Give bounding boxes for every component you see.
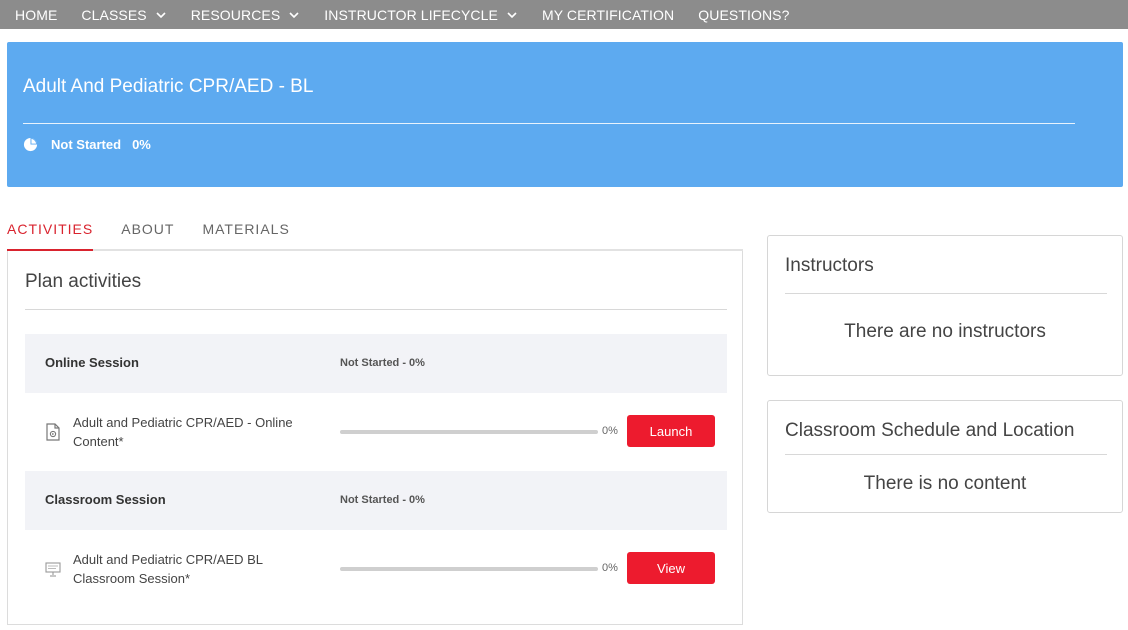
- nav-label: MY CERTIFICATION: [541, 6, 675, 23]
- plan-activities-title: Plan activities: [25, 271, 142, 292]
- card-divider: [25, 309, 727, 310]
- tab-activities[interactable]: ACTIVITIES: [7, 221, 94, 251]
- pie-chart-icon: [23, 137, 38, 152]
- activity-row-classroom-session: Adult and Pediatric CPR/AED BL Classroom…: [25, 530, 727, 608]
- course-hero-banner: Adult And Pediatric CPR/AED - BL Not Sta…: [7, 42, 1123, 187]
- nav-item-questions[interactable]: QUESTIONS?: [698, 7, 789, 23]
- nav-label: QUESTIONS?: [698, 6, 790, 23]
- activity-percent: 0%: [602, 562, 618, 574]
- nav-item-resources[interactable]: RESOURCES: [191, 7, 301, 23]
- instructors-empty-message: There are no instructors: [844, 321, 1046, 342]
- chevron-down-icon: [507, 11, 517, 18]
- chevron-down-icon: [156, 11, 166, 18]
- session-status: Not Started - 0%: [340, 357, 425, 369]
- hero-divider: [23, 123, 1075, 124]
- chevron-down-icon: [289, 11, 299, 18]
- document-icon: [46, 423, 60, 441]
- nav-label: CLASSES: [81, 6, 147, 23]
- nav-item-instructor-lifecycle[interactable]: INSTRUCTOR LIFECYCLE: [324, 7, 518, 23]
- classroom-board-icon: [45, 562, 61, 577]
- instructors-card: Instructors There are no instructors: [767, 235, 1123, 376]
- session-header-classroom: Classroom Session Not Started - 0%: [25, 471, 727, 530]
- activity-row-online-content: Adult and Pediatric CPR/AED - Online Con…: [25, 393, 727, 471]
- card-divider: [785, 454, 1107, 455]
- session-name: Online Session: [45, 355, 139, 370]
- course-progress-status: Not Started 0%: [23, 137, 151, 152]
- card-divider: [785, 293, 1107, 294]
- status-text: Not Started: [51, 137, 122, 152]
- instructors-title: Instructors: [785, 255, 874, 276]
- activity-progress-bar: [340, 430, 598, 434]
- nav-item-home[interactable]: HOME: [15, 7, 57, 23]
- tab-materials[interactable]: MATERIALS: [202, 221, 289, 251]
- course-tabs: ACTIVITIES ABOUT MATERIALS: [7, 221, 743, 251]
- nav-item-classes[interactable]: CLASSES: [81, 7, 166, 23]
- session-status: Not Started - 0%: [340, 494, 425, 506]
- session-name: Classroom Session: [45, 492, 166, 507]
- activity-label[interactable]: Adult and Pediatric CPR/AED - Online Con…: [73, 413, 323, 451]
- nav-label: HOME: [15, 6, 58, 23]
- nav-item-my-certification[interactable]: MY CERTIFICATION: [542, 7, 674, 23]
- course-title: Adult And Pediatric CPR/AED - BL: [23, 76, 314, 97]
- launch-button[interactable]: Launch: [627, 415, 715, 447]
- schedule-title: Classroom Schedule and Location: [785, 420, 1075, 441]
- view-button[interactable]: View: [627, 552, 715, 584]
- activity-percent: 0%: [602, 425, 618, 437]
- activity-progress-bar: [340, 567, 598, 571]
- plan-activities-card: Plan activities Online Session Not Start…: [7, 251, 743, 625]
- status-percent: 0%: [132, 137, 151, 152]
- nav-label: INSTRUCTOR LIFECYCLE: [324, 6, 498, 23]
- session-header-online: Online Session Not Started - 0%: [25, 334, 727, 393]
- schedule-location-card: Classroom Schedule and Location There is…: [767, 400, 1123, 513]
- schedule-empty-message: There is no content: [863, 473, 1027, 494]
- top-navigation: HOME CLASSES RESOURCES INSTRUCTOR LIFECY…: [0, 0, 1128, 29]
- tab-about[interactable]: ABOUT: [121, 221, 174, 251]
- nav-label: RESOURCES: [190, 6, 281, 23]
- activity-label[interactable]: Adult and Pediatric CPR/AED BL Classroom…: [73, 550, 323, 588]
